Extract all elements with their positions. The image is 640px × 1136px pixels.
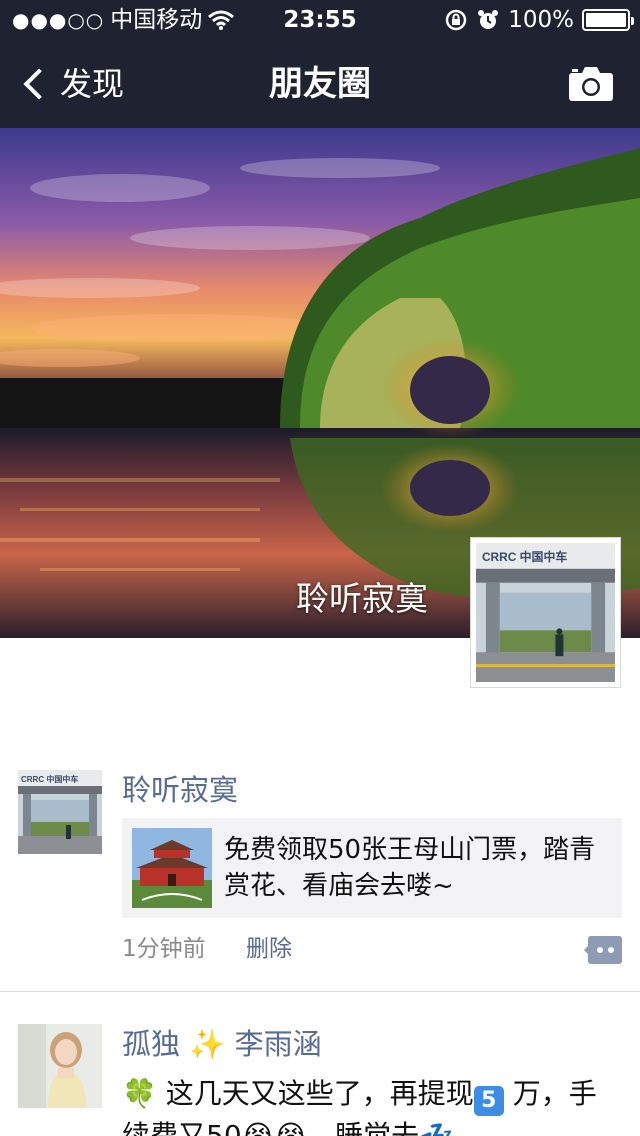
author-name-part: 李雨涵 [234,1027,322,1061]
avatar-sign-text: CRRC 中国中车 [482,550,567,564]
avatar-image [18,1024,102,1108]
moment-post: 孤独 ✨ 李雨涵 🍀 这几天又这些了，再提现 5 万，手续费又50😭😭，睡觉去💤 [0,1022,640,1136]
post-timestamp: 1分钟前 [122,936,206,962]
moment-post: CRRC 中国中车 聆听寂寞 免费领取50张王母山门票，踏青赏花、看庙会去喽~ … [0,768,640,992]
crying-face-emoji: 😭😭 [241,1119,308,1136]
camera-icon[interactable] [568,66,614,102]
page-title: 朋友圈 [269,64,371,104]
shared-link-card[interactable]: 免费领取50张王母山门票，踏青赏花、看庙会去喽~ [122,818,622,918]
avatar-image: CRRC 中国中车 [476,543,615,682]
avatar-sign-text: CRRC 中国中车 [21,774,78,784]
temple-image [132,828,212,908]
post-text-part: ，睡觉去 [307,1119,420,1136]
rotation-lock-icon [445,9,467,31]
battery-fill [586,13,626,27]
post-text-part: 这几天又这些了，再提现 [165,1077,474,1110]
comment-icon[interactable] [584,936,622,964]
delete-button[interactable]: 删除 [246,932,292,966]
top-bar: ●●●○○ 中国移动 23:55 100% 发现 朋友圈 [0,0,640,128]
post-author-name[interactable]: 聆听寂寞 [122,770,238,810]
avatar-image: CRRC 中国中车 [18,770,102,854]
post-avatar[interactable]: CRRC 中国中车 [18,770,102,854]
status-bar: ●●●○○ 中国移动 23:55 100% [0,0,640,40]
cover-user-name[interactable]: 聆听寂寞 [296,572,428,620]
self-avatar[interactable]: CRRC 中国中车 [470,537,621,688]
alarm-icon [478,10,499,29]
sleeping-emoji: 💤 [419,1119,454,1136]
post-avatar[interactable] [18,1024,102,1108]
sparkles-emoji: ✨ [189,1027,226,1061]
battery-percent: 100% [508,7,574,33]
battery-icon [582,9,634,31]
link-title: 免费领取50张王母山门票，踏青赏花、看庙会去喽~ [224,835,596,901]
author-name-part: 孤独 [122,1027,181,1061]
keycap-five-emoji: 5 [473,1086,504,1116]
nav-bar: 发现 朋友圈 [0,40,640,128]
link-thumbnail [132,828,212,908]
post-author-name[interactable]: 孤独 ✨ 李雨涵 [122,1024,322,1064]
post-text: 🍀 这几天又这些了，再提现 5 万，手续费又50😭😭，睡觉去💤 [122,1074,622,1136]
clover-emoji: 🍀 [122,1077,157,1110]
